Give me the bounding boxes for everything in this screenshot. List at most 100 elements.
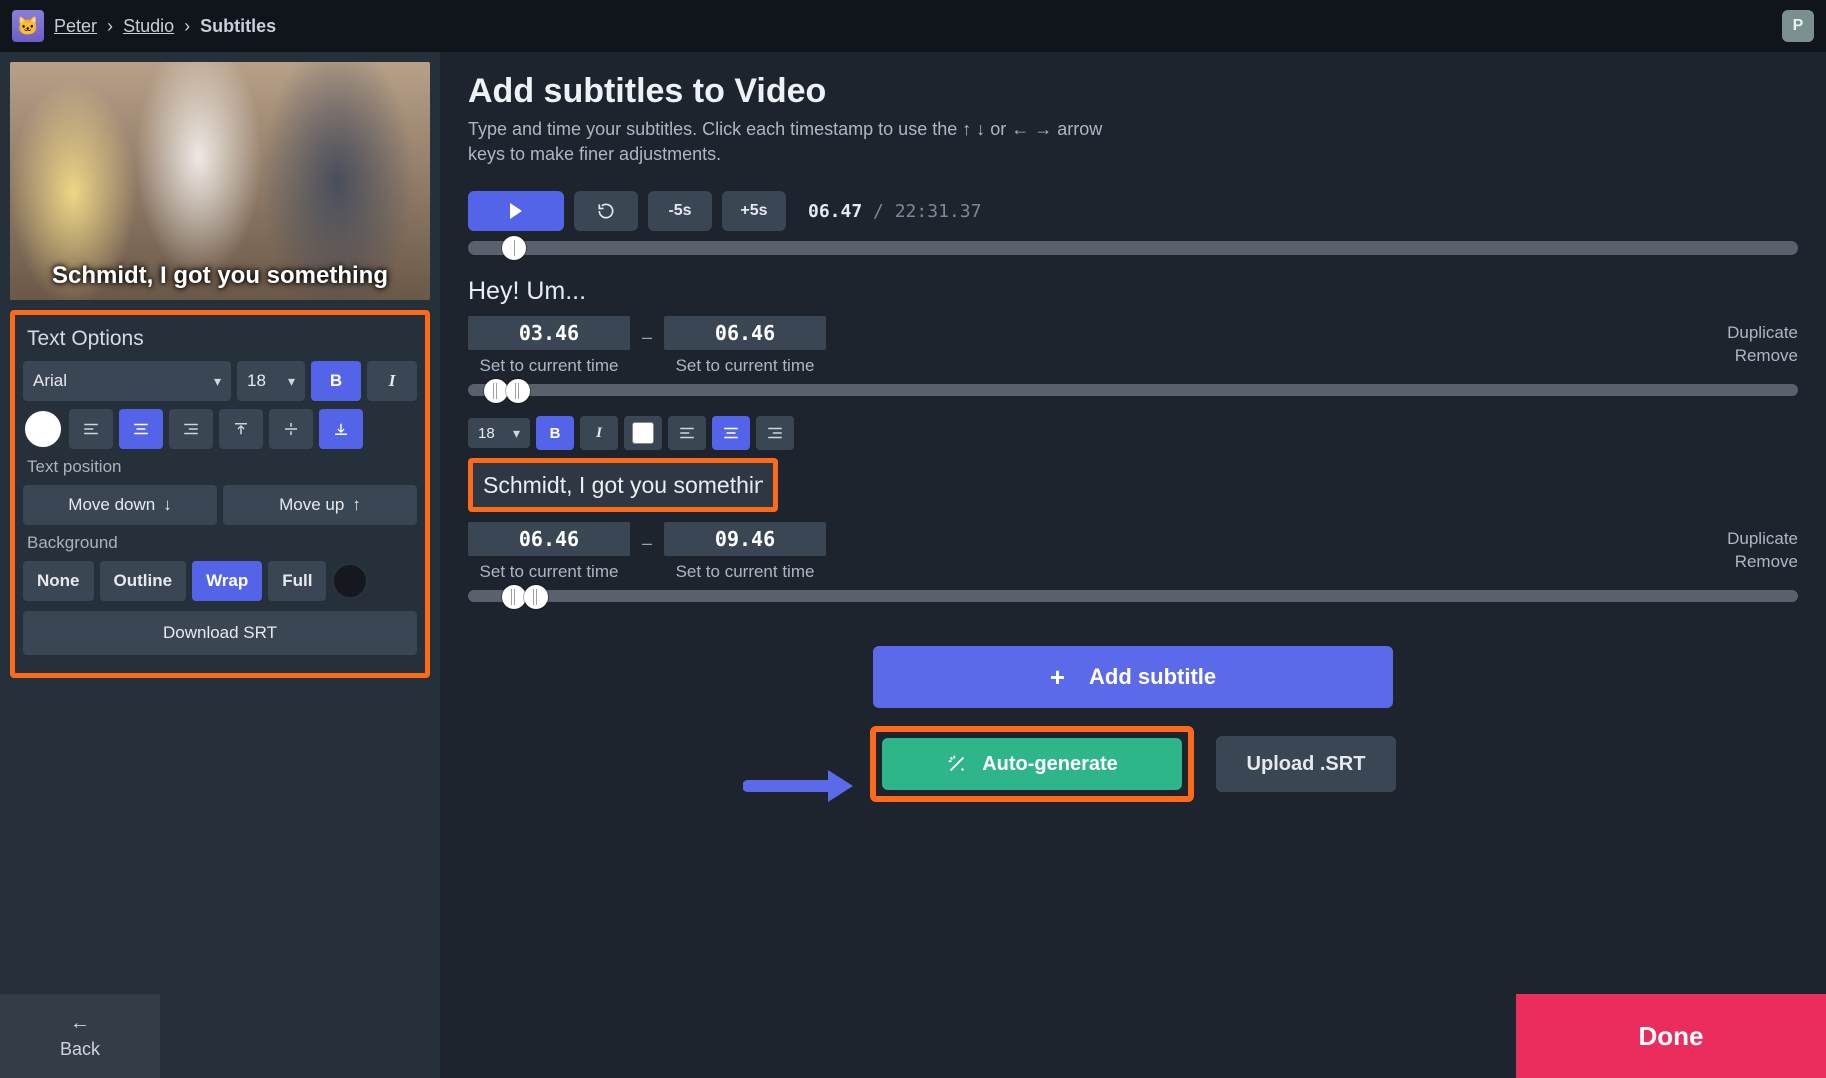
bold-button[interactable]: B — [311, 361, 361, 401]
range-end-thumb[interactable] — [524, 585, 548, 609]
align-right-button[interactable] — [169, 409, 213, 449]
topbar: 🐱 Peter › Studio › Subtitles P — [0, 0, 1826, 52]
transport-controls: -5s +5s 06.47 / 22:31.37 — [468, 191, 1798, 231]
color-swatch-icon — [632, 422, 654, 444]
play-button[interactable] — [468, 191, 564, 231]
chevron-down-icon: ▾ — [214, 373, 221, 390]
move-down-button[interactable]: Move down ↓ — [23, 485, 217, 525]
font-size-value: 18 — [247, 371, 266, 391]
inline-align-right-button[interactable] — [756, 416, 794, 450]
align-center-button[interactable] — [119, 409, 163, 449]
valign-bottom-icon — [332, 420, 350, 438]
chevron-down-icon: ▾ — [513, 425, 520, 442]
preview-subtitle-text: Schmidt, I got you something — [10, 262, 430, 290]
set-end-current[interactable]: Set to current time — [676, 356, 815, 376]
restart-icon — [596, 201, 616, 221]
inline-italic-button[interactable]: I — [580, 416, 618, 450]
end-time-input[interactable]: 09.46 — [664, 522, 826, 556]
breadcrumb-user[interactable]: Peter — [54, 16, 97, 36]
inline-align-left-button[interactable] — [668, 416, 706, 450]
align-left-icon — [82, 420, 100, 438]
text-options-title: Text Options — [27, 327, 415, 351]
bg-outline-button[interactable]: Outline — [100, 561, 187, 601]
font-select-value: Arial — [33, 371, 67, 391]
duplicate-button[interactable]: Duplicate — [1727, 323, 1798, 343]
align-left-icon — [678, 424, 696, 442]
remove-button[interactable]: Remove — [1727, 346, 1798, 366]
breadcrumb-page: Subtitles — [200, 16, 276, 36]
background-label: Background — [27, 533, 415, 553]
video-preview[interactable]: Schmidt, I got you something — [10, 62, 430, 300]
left-sidebar: Schmidt, I got you something Text Option… — [0, 52, 440, 1078]
italic-button[interactable]: I — [367, 361, 417, 401]
bg-wrap-button[interactable]: Wrap — [192, 561, 262, 601]
align-center-icon — [722, 424, 740, 442]
back-button[interactable]: ← Back — [0, 994, 160, 1078]
font-size-select[interactable]: 18 ▾ — [237, 361, 305, 401]
bg-none-button[interactable]: None — [23, 561, 94, 601]
upload-srt-button[interactable]: Upload .SRT — [1216, 736, 1396, 792]
subtitle-block: 18 ▾ B I 06.46 Set to current time – — [468, 416, 1798, 602]
done-button[interactable]: Done — [1516, 994, 1826, 1078]
bg-color-swatch[interactable] — [332, 563, 368, 599]
plus-5s-button[interactable]: +5s — [722, 191, 786, 231]
end-time-input[interactable]: 06.46 — [664, 316, 826, 350]
valign-top-icon — [232, 420, 250, 438]
set-start-current[interactable]: Set to current time — [480, 562, 619, 582]
subtitle-text[interactable]: Hey! Um... — [468, 277, 1798, 306]
subtitle-range-track[interactable] — [468, 384, 1798, 396]
main-content: Add subtitles to Video Type and time you… — [440, 52, 1826, 1078]
bg-full-button[interactable]: Full — [268, 561, 326, 601]
range-start-thumb[interactable] — [484, 379, 508, 403]
minus-5s-button[interactable]: -5s — [648, 191, 712, 231]
auto-generate-button[interactable]: Auto-generate — [882, 738, 1182, 790]
download-srt-button[interactable]: Download SRT — [23, 611, 417, 655]
valign-top-button[interactable] — [219, 409, 263, 449]
subtitle-block: Hey! Um... 03.46 Set to current time – 0… — [468, 277, 1798, 396]
scrubber-thumb[interactable] — [502, 236, 526, 260]
time-display: 06.47 / 22:31.37 — [808, 201, 981, 222]
restart-button[interactable] — [574, 191, 638, 231]
move-up-button[interactable]: Move up ↑ — [223, 485, 417, 525]
align-right-icon — [182, 420, 200, 438]
valign-middle-icon — [282, 420, 300, 438]
range-end-thumb[interactable] — [506, 379, 530, 403]
app-logo[interactable]: 🐱 — [12, 10, 44, 42]
inline-align-center-button[interactable] — [712, 416, 750, 450]
text-color-swatch[interactable] — [23, 409, 63, 449]
remove-button[interactable]: Remove — [1727, 552, 1798, 572]
inline-font-size-select[interactable]: 18 ▾ — [468, 418, 530, 448]
inline-color-button[interactable] — [624, 416, 662, 450]
text-options-panel: Text Options Arial ▾ 18 ▾ B I — [10, 310, 430, 678]
set-start-current[interactable]: Set to current time — [480, 356, 619, 376]
action-area: + Add subtitle Auto-generate Upload .SRT — [468, 646, 1798, 802]
valign-bottom-button[interactable] — [319, 409, 363, 449]
breadcrumb-studio[interactable]: Studio — [123, 16, 174, 36]
avatar[interactable]: P — [1782, 10, 1814, 42]
main-scrubber[interactable] — [468, 241, 1798, 255]
total-time: 22:31.37 — [895, 201, 982, 222]
start-time-input[interactable]: 03.46 — [468, 316, 630, 350]
current-time: 06.47 — [808, 201, 862, 222]
duplicate-button[interactable]: Duplicate — [1727, 529, 1798, 549]
auto-generate-highlight: Auto-generate — [870, 726, 1194, 802]
valign-middle-button[interactable] — [269, 409, 313, 449]
plus-icon: + — [1050, 662, 1065, 693]
arrow-up-icon: ↑ — [352, 495, 361, 515]
inline-bold-button[interactable]: B — [536, 416, 574, 450]
start-time-input[interactable]: 06.46 — [468, 522, 630, 556]
chevron-down-icon: ▾ — [288, 373, 295, 390]
align-left-button[interactable] — [69, 409, 113, 449]
range-start-thumb[interactable] — [502, 585, 526, 609]
breadcrumb: Peter › Studio › Subtitles — [54, 16, 276, 37]
font-select[interactable]: Arial ▾ — [23, 361, 231, 401]
align-center-icon — [132, 420, 150, 438]
tutorial-arrow-icon — [743, 766, 853, 806]
subtitle-text-input[interactable] — [473, 463, 773, 507]
set-end-current[interactable]: Set to current time — [676, 562, 815, 582]
magic-wand-icon — [946, 753, 968, 775]
inline-format-toolbar: 18 ▾ B I — [468, 416, 1798, 450]
subtitle-range-track[interactable] — [468, 590, 1798, 602]
add-subtitle-button[interactable]: + Add subtitle — [873, 646, 1393, 708]
arrow-down-icon: ↓ — [163, 495, 172, 515]
